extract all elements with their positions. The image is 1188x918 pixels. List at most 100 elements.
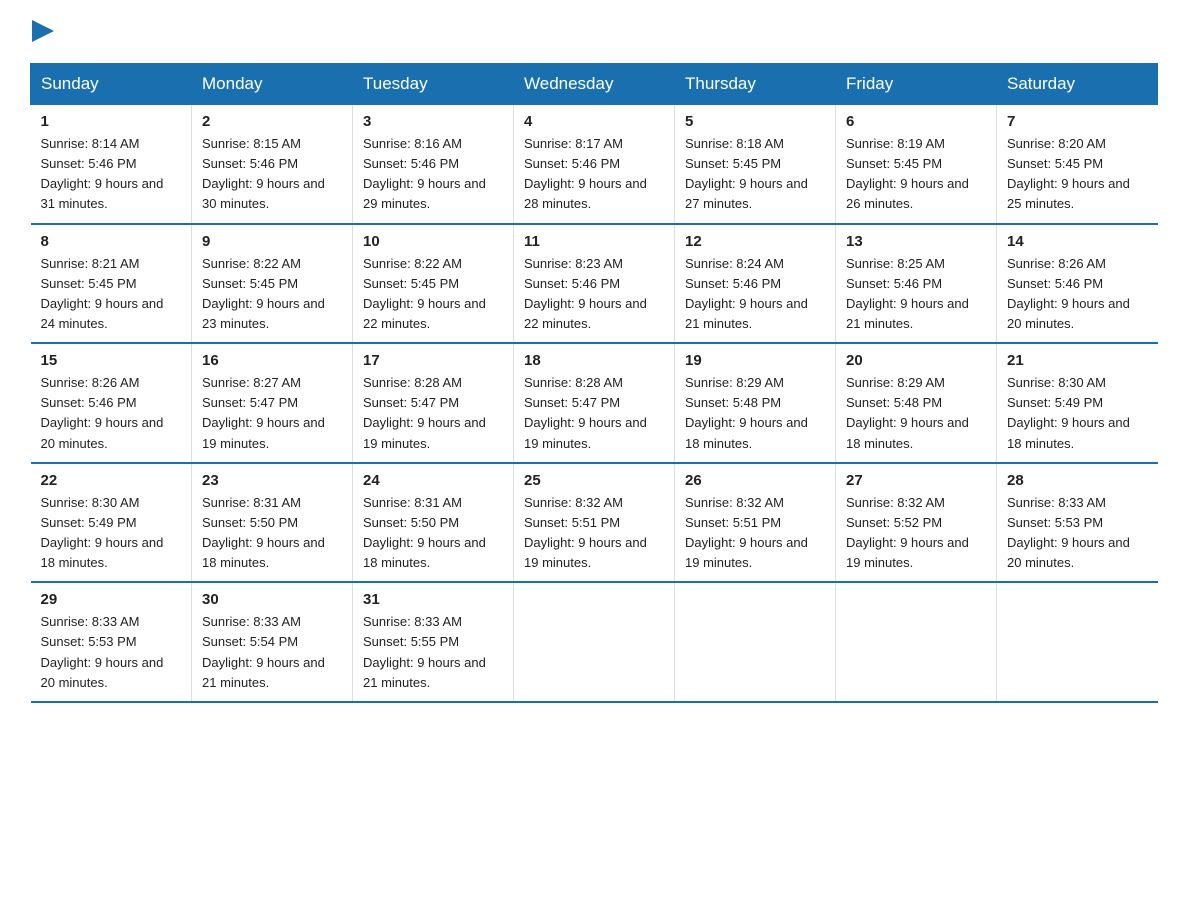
- calendar-cell: 14 Sunrise: 8:26 AMSunset: 5:46 PMDayligh…: [997, 224, 1158, 344]
- calendar-header: SundayMondayTuesdayWednesdayThursdayFrid…: [31, 64, 1158, 105]
- calendar-cell: [514, 582, 675, 702]
- logo-triangle-icon: [32, 20, 54, 42]
- week-row-1: 1 Sunrise: 8:14 AMSunset: 5:46 PMDaylight…: [31, 105, 1158, 224]
- logo: [30, 20, 54, 47]
- day-number: 16: [202, 352, 342, 369]
- day-number: 11: [524, 233, 664, 250]
- day-number: 7: [1007, 113, 1148, 130]
- day-number: 22: [41, 472, 182, 489]
- day-number: 28: [1007, 472, 1148, 489]
- calendar-cell: [675, 582, 836, 702]
- day-number: 2: [202, 113, 342, 130]
- day-info: Sunrise: 8:26 AMSunset: 5:46 PMDaylight:…: [1007, 256, 1130, 331]
- calendar-cell: 16 Sunrise: 8:27 AMSunset: 5:47 PMDayligh…: [192, 343, 353, 463]
- week-row-2: 8 Sunrise: 8:21 AMSunset: 5:45 PMDaylight…: [31, 224, 1158, 344]
- day-info: Sunrise: 8:29 AMSunset: 5:48 PMDaylight:…: [685, 375, 808, 450]
- day-header-wednesday: Wednesday: [514, 64, 675, 105]
- day-info: Sunrise: 8:26 AMSunset: 5:46 PMDaylight:…: [41, 375, 164, 450]
- calendar-cell: 20 Sunrise: 8:29 AMSunset: 5:48 PMDayligh…: [836, 343, 997, 463]
- day-info: Sunrise: 8:28 AMSunset: 5:47 PMDaylight:…: [363, 375, 486, 450]
- day-info: Sunrise: 8:18 AMSunset: 5:45 PMDaylight:…: [685, 136, 808, 211]
- day-info: Sunrise: 8:22 AMSunset: 5:45 PMDaylight:…: [202, 256, 325, 331]
- calendar-cell: 28 Sunrise: 8:33 AMSunset: 5:53 PMDayligh…: [997, 463, 1158, 583]
- day-info: Sunrise: 8:30 AMSunset: 5:49 PMDaylight:…: [41, 495, 164, 570]
- day-info: Sunrise: 8:33 AMSunset: 5:55 PMDaylight:…: [363, 614, 486, 689]
- calendar-cell: [836, 582, 997, 702]
- calendar-cell: 8 Sunrise: 8:21 AMSunset: 5:45 PMDaylight…: [31, 224, 192, 344]
- day-header-tuesday: Tuesday: [353, 64, 514, 105]
- day-number: 4: [524, 113, 664, 130]
- calendar-cell: 30Sunrise: 8:33 AMSunset: 5:54 PMDayligh…: [192, 582, 353, 702]
- day-info: Sunrise: 8:31 AMSunset: 5:50 PMDaylight:…: [202, 495, 325, 570]
- day-header-saturday: Saturday: [997, 64, 1158, 105]
- day-info: Sunrise: 8:20 AMSunset: 5:45 PMDaylight:…: [1007, 136, 1130, 211]
- day-number: 25: [524, 472, 664, 489]
- day-info: Sunrise: 8:30 AMSunset: 5:49 PMDaylight:…: [1007, 375, 1130, 450]
- week-row-3: 15 Sunrise: 8:26 AMSunset: 5:46 PMDayligh…: [31, 343, 1158, 463]
- day-info: Sunrise: 8:29 AMSunset: 5:48 PMDaylight:…: [846, 375, 969, 450]
- calendar-cell: 1 Sunrise: 8:14 AMSunset: 5:46 PMDaylight…: [31, 105, 192, 224]
- calendar-cell: 2 Sunrise: 8:15 AMSunset: 5:46 PMDaylight…: [192, 105, 353, 224]
- calendar-cell: 25 Sunrise: 8:32 AMSunset: 5:51 PMDayligh…: [514, 463, 675, 583]
- calendar-cell: 26 Sunrise: 8:32 AMSunset: 5:51 PMDayligh…: [675, 463, 836, 583]
- calendar-cell: 5Sunrise: 8:18 AMSunset: 5:45 PMDaylight…: [675, 105, 836, 224]
- calendar-cell: [997, 582, 1158, 702]
- day-info: Sunrise: 8:25 AMSunset: 5:46 PMDaylight:…: [846, 256, 969, 331]
- calendar-cell: 4Sunrise: 8:17 AMSunset: 5:46 PMDaylight…: [514, 105, 675, 224]
- day-header-monday: Monday: [192, 64, 353, 105]
- day-number: 26: [685, 472, 825, 489]
- page-header: [30, 20, 1158, 47]
- day-info: Sunrise: 8:16 AMSunset: 5:46 PMDaylight:…: [363, 136, 486, 211]
- day-number: 8: [41, 233, 182, 250]
- day-number: 29: [41, 591, 182, 608]
- calendar-cell: 15 Sunrise: 8:26 AMSunset: 5:46 PMDayligh…: [31, 343, 192, 463]
- calendar-cell: 12Sunrise: 8:24 AMSunset: 5:46 PMDayligh…: [675, 224, 836, 344]
- calendar-body: 1 Sunrise: 8:14 AMSunset: 5:46 PMDaylight…: [31, 105, 1158, 702]
- calendar-table: SundayMondayTuesdayWednesdayThursdayFrid…: [30, 63, 1158, 703]
- day-info: Sunrise: 8:28 AMSunset: 5:47 PMDaylight:…: [524, 375, 647, 450]
- day-header-friday: Friday: [836, 64, 997, 105]
- day-number: 30: [202, 591, 342, 608]
- day-number: 20: [846, 352, 986, 369]
- day-number: 9: [202, 233, 342, 250]
- day-info: Sunrise: 8:32 AMSunset: 5:51 PMDaylight:…: [685, 495, 808, 570]
- day-number: 6: [846, 113, 986, 130]
- day-info: Sunrise: 8:23 AMSunset: 5:46 PMDaylight:…: [524, 256, 647, 331]
- day-number: 23: [202, 472, 342, 489]
- day-number: 1: [41, 113, 182, 130]
- calendar-cell: 6 Sunrise: 8:19 AMSunset: 5:45 PMDaylight…: [836, 105, 997, 224]
- calendar-cell: 19Sunrise: 8:29 AMSunset: 5:48 PMDayligh…: [675, 343, 836, 463]
- day-info: Sunrise: 8:27 AMSunset: 5:47 PMDaylight:…: [202, 375, 325, 450]
- calendar-cell: 17 Sunrise: 8:28 AMSunset: 5:47 PMDayligh…: [353, 343, 514, 463]
- week-row-5: 29 Sunrise: 8:33 AMSunset: 5:53 PMDayligh…: [31, 582, 1158, 702]
- week-row-4: 22 Sunrise: 8:30 AMSunset: 5:49 PMDayligh…: [31, 463, 1158, 583]
- calendar-cell: 3 Sunrise: 8:16 AMSunset: 5:46 PMDaylight…: [353, 105, 514, 224]
- day-info: Sunrise: 8:32 AMSunset: 5:51 PMDaylight:…: [524, 495, 647, 570]
- day-number: 24: [363, 472, 503, 489]
- day-info: Sunrise: 8:21 AMSunset: 5:45 PMDaylight:…: [41, 256, 164, 331]
- day-number: 27: [846, 472, 986, 489]
- day-info: Sunrise: 8:22 AMSunset: 5:45 PMDaylight:…: [363, 256, 486, 331]
- day-number: 18: [524, 352, 664, 369]
- day-info: Sunrise: 8:32 AMSunset: 5:52 PMDaylight:…: [846, 495, 969, 570]
- calendar-cell: 24Sunrise: 8:31 AMSunset: 5:50 PMDayligh…: [353, 463, 514, 583]
- day-info: Sunrise: 8:19 AMSunset: 5:45 PMDaylight:…: [846, 136, 969, 211]
- day-number: 3: [363, 113, 503, 130]
- calendar-cell: 27 Sunrise: 8:32 AMSunset: 5:52 PMDayligh…: [836, 463, 997, 583]
- day-info: Sunrise: 8:33 AMSunset: 5:53 PMDaylight:…: [41, 614, 164, 689]
- calendar-cell: 22 Sunrise: 8:30 AMSunset: 5:49 PMDayligh…: [31, 463, 192, 583]
- day-number: 14: [1007, 233, 1148, 250]
- day-info: Sunrise: 8:14 AMSunset: 5:46 PMDaylight:…: [41, 136, 164, 211]
- day-number: 17: [363, 352, 503, 369]
- day-number: 21: [1007, 352, 1148, 369]
- day-number: 13: [846, 233, 986, 250]
- day-info: Sunrise: 8:33 AMSunset: 5:53 PMDaylight:…: [1007, 495, 1130, 570]
- day-number: 15: [41, 352, 182, 369]
- calendar-cell: 13 Sunrise: 8:25 AMSunset: 5:46 PMDayligh…: [836, 224, 997, 344]
- calendar-cell: 23 Sunrise: 8:31 AMSunset: 5:50 PMDayligh…: [192, 463, 353, 583]
- day-header-sunday: Sunday: [31, 64, 192, 105]
- day-info: Sunrise: 8:24 AMSunset: 5:46 PMDaylight:…: [685, 256, 808, 331]
- calendar-cell: 10Sunrise: 8:22 AMSunset: 5:45 PMDayligh…: [353, 224, 514, 344]
- day-info: Sunrise: 8:15 AMSunset: 5:46 PMDaylight:…: [202, 136, 325, 211]
- calendar-cell: 9 Sunrise: 8:22 AMSunset: 5:45 PMDaylight…: [192, 224, 353, 344]
